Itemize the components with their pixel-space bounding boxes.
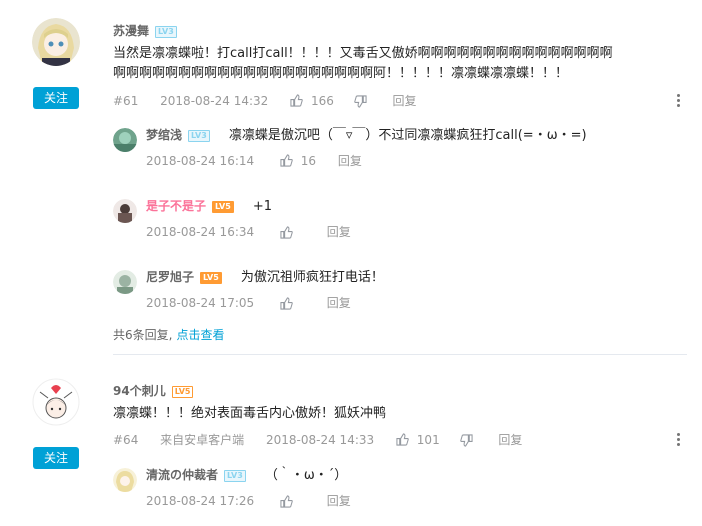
more-icon[interactable] [677, 433, 681, 448]
follow-button[interactable]: 关注 [33, 447, 79, 469]
like-icon[interactable] [290, 94, 303, 107]
reply-meta: 2018-08-24 17:26 回复 [146, 492, 351, 509]
reply-username[interactable]: 尼罗旭子 LV5 [146, 270, 222, 284]
username-text[interactable]: 94个刺儿 [113, 384, 166, 398]
level-badge: LV5 [200, 271, 222, 284]
like-button[interactable]: 16 [280, 152, 316, 169]
reply-row: 尼罗旭子 LV5 为傲沉祖师疯狂打电话！ [146, 266, 384, 288]
dislike-icon[interactable] [459, 433, 473, 447]
dislike-button[interactable] [353, 93, 367, 109]
username-text[interactable]: 尼罗旭子 [146, 270, 194, 284]
level-badge: LV3 [224, 469, 246, 482]
reply-avatar[interactable] [113, 468, 137, 492]
reply-button[interactable]: 回复 [327, 224, 351, 240]
like-button[interactable] [280, 224, 293, 240]
reply-button[interactable]: 回复 [498, 432, 522, 448]
comment-content: 当然是凛凛蝶啦！打call打call！！！！又毒舌又傲娇啊啊啊啊啊啊啊啊啊啊啊啊… [113, 44, 683, 84]
comment-time: 2018-08-24 14:33 [266, 432, 375, 447]
like-count: 166 [310, 93, 334, 108]
level-badge: LV5 [212, 200, 234, 213]
reply-row: 梦绾浅 LV3 凛凛蝶是傲沉吧（￣▿￣）不过同凛凛蝶疯狂打call(=・ω・=) [146, 124, 587, 146]
reply-content: （｀・ω・´） [264, 468, 348, 483]
reply-time: 2018-08-24 17:26 [146, 493, 255, 508]
reply-meta: 2018-08-24 16:34 回复 [146, 223, 351, 240]
like-button[interactable]: 166 [290, 92, 334, 109]
floor-number: #61 [113, 93, 139, 108]
like-button[interactable] [280, 493, 293, 509]
comment-text-line: 啊啊啊啊啊啊啊啊啊啊啊啊啊啊啊啊啊啊啊啊阿！！！！！凛凛蝶凛凛蝶！！！ [113, 66, 569, 81]
replies-summary: 共6条回复, 点击查看 [113, 326, 224, 343]
reply-avatar[interactable] [113, 128, 137, 152]
comment-divider [113, 354, 687, 355]
reply-time: 2018-08-24 17:05 [146, 295, 255, 310]
reply-row: 清流の仲裁者 LV3 （｀・ω・´） [146, 464, 347, 486]
comment-meta: #61 2018-08-24 14:32 166 回复 [113, 92, 417, 109]
reply-content: +1 [252, 199, 273, 214]
avatar[interactable] [32, 18, 80, 66]
comment-username[interactable]: 苏漫舞 LV3 [113, 22, 177, 39]
reply-avatar[interactable] [113, 199, 137, 223]
follow-button[interactable]: 关注 [33, 87, 79, 109]
like-button[interactable]: 101 [396, 431, 440, 448]
reply-button[interactable]: 回复 [327, 493, 351, 509]
level-badge: LV3 [155, 25, 177, 38]
reply-row: 是子不是子 LV5 +1 [146, 195, 272, 217]
reply-button[interactable]: 回复 [338, 153, 362, 169]
username-text[interactable]: 苏漫舞 [113, 24, 149, 38]
dislike-button[interactable] [459, 432, 473, 448]
reply-button[interactable]: 回复 [327, 295, 351, 311]
comment-username[interactable]: 94个刺儿 LV5 [113, 382, 194, 399]
like-icon[interactable] [280, 154, 293, 167]
like-icon[interactable] [396, 433, 409, 446]
comment-meta: #64 来自安卓客户端 2018-08-24 14:33 101 回复 [113, 431, 522, 448]
reply-button[interactable]: 回复 [393, 93, 417, 109]
avatar[interactable] [32, 378, 80, 426]
comment-time: 2018-08-24 14:32 [160, 93, 269, 108]
reply-content: 为傲沉祖师疯狂打电话！ [240, 270, 384, 285]
username-text[interactable]: 是子不是子 [146, 199, 206, 213]
like-button[interactable] [280, 295, 293, 311]
reply-time: 2018-08-24 16:34 [146, 224, 255, 239]
level-badge: LV5 [171, 385, 194, 398]
username-text[interactable]: 清流の仲裁者 [146, 468, 218, 482]
reply-avatar[interactable] [113, 270, 137, 294]
more-icon[interactable] [677, 94, 681, 109]
reply-meta: 2018-08-24 17:05 回复 [146, 294, 351, 311]
like-icon[interactable] [280, 225, 293, 239]
username-text[interactable]: 梦绾浅 [146, 128, 182, 142]
level-badge: LV3 [188, 129, 210, 142]
reply-time: 2018-08-24 16:14 [146, 153, 255, 168]
reply-username[interactable]: 梦绾浅 LV3 [146, 128, 210, 142]
reply-username[interactable]: 清流の仲裁者 LV3 [146, 468, 246, 482]
reply-content: 凛凛蝶是傲沉吧（￣▿￣）不过同凛凛蝶疯狂打call(=・ω・=) [228, 128, 587, 143]
reply-username[interactable]: 是子不是子 LV5 [146, 199, 234, 213]
floor-number: #64 [113, 432, 139, 447]
like-count: 16 [300, 153, 317, 168]
view-more-link[interactable]: 点击查看 [176, 327, 224, 343]
reply-meta: 2018-08-24 16:14 16 回复 [146, 152, 362, 169]
like-icon[interactable] [280, 494, 293, 508]
like-icon[interactable] [280, 296, 293, 310]
comment-text-line: 当然是凛凛蝶啦！打call打call！！！！又毒舌又傲娇啊啊啊啊啊啊啊啊啊啊啊啊… [113, 46, 613, 61]
dislike-icon[interactable] [353, 94, 367, 108]
comment-content: 凛凛蝶！！！绝对表面毒舌内心傲娇！狐妖冲鸭 [113, 406, 387, 421]
like-count: 101 [416, 432, 440, 447]
device-source: 来自安卓客户端 [160, 432, 245, 447]
replies-count: 共6条回复, [113, 327, 173, 342]
